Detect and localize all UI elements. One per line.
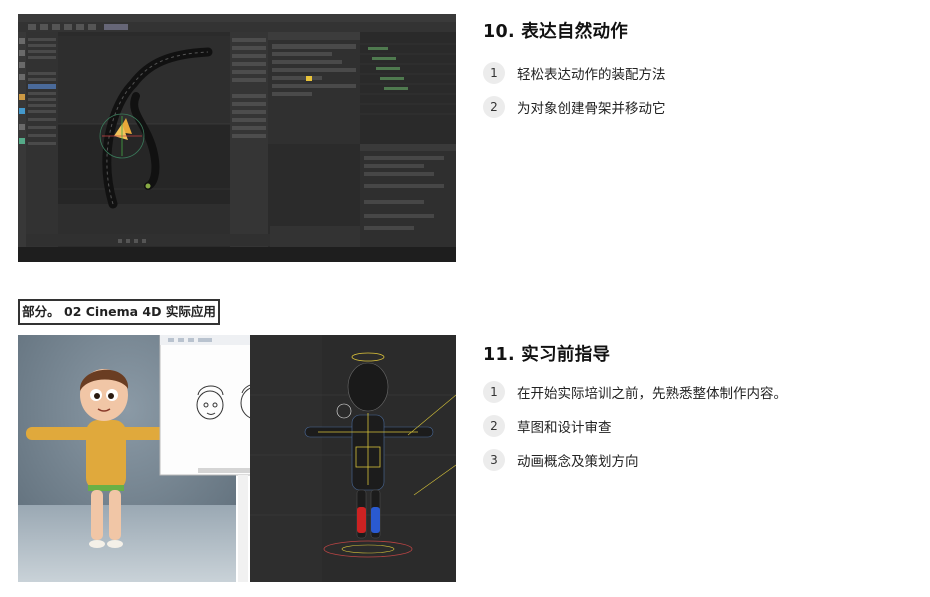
section-tag: 部分。 02 Cinema 4D 实际应用 (18, 299, 220, 325)
item-number-badge: 2 (483, 415, 505, 437)
lesson-10-title: 10. 表达自然动作 (483, 22, 629, 42)
list-item: 2 草图和设计审查 (483, 409, 787, 443)
list-item: 2 为对象创建骨架并移动它 (483, 90, 666, 124)
item-text: 动画概念及策划方向 (517, 454, 639, 470)
item-number-badge: 1 (483, 62, 505, 84)
character-design-screenshot (18, 335, 456, 582)
item-number-badge: 3 (483, 449, 505, 471)
item-text: 在开始实际培训之前，先熟悉整体制作内容。 (517, 386, 787, 402)
lesson-11-list: 1 在开始实际培训之前，先熟悉整体制作内容。 2 草图和设计审查 3 动画概念及… (483, 375, 787, 477)
list-item: 1 轻松表达动作的装配方法 (483, 56, 666, 90)
item-text: 为对象创建骨架并移动它 (517, 101, 666, 117)
list-item: 3 动画概念及策划方向 (483, 443, 787, 477)
item-number-badge: 2 (483, 96, 505, 118)
item-number-badge: 1 (483, 381, 505, 403)
rigging-ui-illustration (18, 14, 456, 262)
character-illustration (18, 335, 456, 582)
lesson-10-list: 1 轻松表达动作的装配方法 2 为对象创建骨架并移动它 (483, 56, 666, 124)
cinema4d-rigging-screenshot (18, 14, 456, 262)
list-item: 1 在开始实际培训之前，先熟悉整体制作内容。 (483, 375, 787, 409)
item-text: 轻松表达动作的装配方法 (517, 67, 666, 83)
lesson-11-title: 11. 实习前指导 (483, 345, 611, 365)
item-text: 草图和设计审查 (517, 420, 612, 436)
